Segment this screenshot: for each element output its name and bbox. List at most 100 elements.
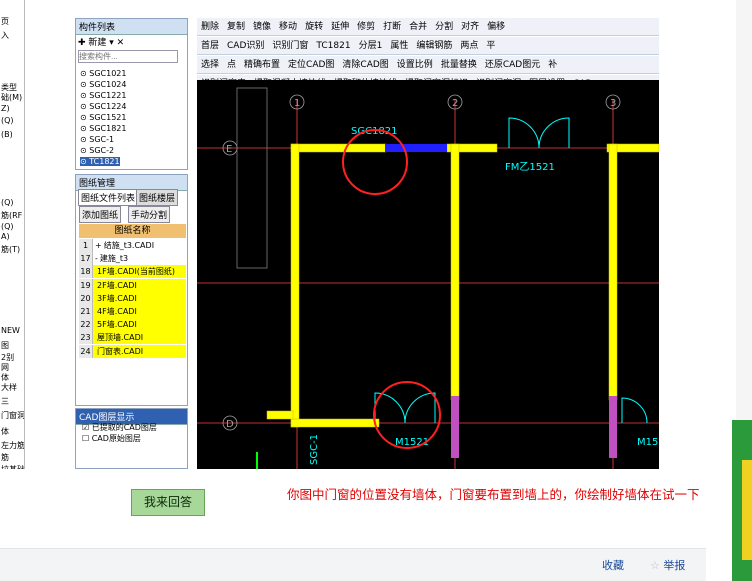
component-item[interactable]: ⊙ SGC1221 [80, 91, 126, 100]
left-item[interactable]: A) [1, 232, 10, 241]
toolbar-button[interactable]: TC1821 [316, 41, 350, 51]
left-item[interactable]: 础(M) [1, 92, 22, 103]
expand-toggle[interactable]: - [95, 254, 98, 263]
tab-drawing-files[interactable]: 图纸文件列表 [78, 189, 139, 206]
wall-col-2 [450, 143, 460, 401]
left-item[interactable]: 体 [1, 426, 9, 437]
component-item[interactable]: ⊙ SGC1021 [80, 69, 126, 78]
component-item[interactable]: ⊙ SGC-1 [80, 135, 114, 144]
toolbar-button[interactable]: 合并 [409, 22, 427, 32]
toolbar-button[interactable]: 选择 [201, 60, 219, 70]
axis-label-2: 2 [452, 98, 458, 109]
toolbar-button[interactable]: 精确布置 [244, 60, 280, 70]
component-item[interactable]: ⊙ SGC1521 [80, 113, 126, 122]
new-component-button[interactable]: ✚ 新建 ▾ ✕ [78, 35, 124, 48]
left-item[interactable]: (Q) [1, 222, 14, 231]
toolbar-button[interactable]: 属性 [390, 41, 408, 51]
toolbar-button[interactable]: 删除 [201, 22, 219, 32]
axis-label-d: D [226, 419, 234, 430]
cad-canvas[interactable]: 1 2 3 E D SGC1821 FM乙1521 M1521 M15 SGC-… [197, 80, 659, 469]
window-sgc1821 [385, 144, 447, 152]
tab-drawing-floors[interactable]: 图纸楼层 [136, 189, 179, 206]
toolbar-button[interactable]: 定位CAD图 [288, 60, 334, 70]
component-item[interactable]: ⊙ SGC1024 [80, 80, 126, 89]
drawing-row[interactable]: 1 + 结施_t3.CADI [79, 239, 186, 252]
drawing-row[interactable]: 24 门窗表.CADI [79, 344, 186, 358]
left-item[interactable]: 筋 [1, 452, 9, 463]
toolbar-row: 选择点精确布置 定位CAD图 清除CAD图 设置比例 批量替换 还原CAD图元补 [197, 56, 659, 74]
cad-layer-panel: CAD图层显示 ☑ 已提取的CAD图层 ☐ CAD原始图层 [75, 408, 188, 469]
drawing-row[interactable]: 19 2F墙.CADI [79, 278, 186, 292]
toolbar-button[interactable]: 延伸 [331, 22, 349, 32]
toolbar-button[interactable]: 首层 [201, 41, 219, 51]
left-item[interactable]: 三 [1, 396, 9, 407]
left-item[interactable]: 大样 [1, 382, 17, 393]
toolbar-button[interactable]: 两点 [460, 41, 478, 51]
left-item[interactable]: 门窗洞 [1, 410, 24, 421]
report-link[interactable]: ☆ 举报 [650, 557, 685, 573]
drawing-name: 3F墙.CADI [97, 293, 137, 303]
door-fm-right [538, 117, 570, 149]
component-list-title: 构件列表 [76, 19, 187, 35]
component-item[interactable]: ⊙ TC1821 [80, 157, 120, 166]
toolbar-button[interactable]: 分层1 [359, 41, 383, 51]
drawing-row[interactable]: 17- 建施_t3 [79, 252, 186, 266]
label-fm1521: FM乙1521 [505, 161, 555, 173]
left-item[interactable]: (Q) [1, 198, 14, 207]
drawing-row[interactable]: 22 5F墙.CADI [79, 318, 186, 332]
collect-link[interactable]: 收藏 [602, 557, 624, 573]
add-drawing-button[interactable]: 添加图纸 [79, 206, 122, 223]
drawing-row[interactable]: 18 1F墙.CADI(当前图纸) [79, 265, 186, 279]
component-search-input[interactable] [78, 50, 178, 63]
drawing-row[interactable]: 21 4F墙.CADI [79, 305, 186, 318]
drawing-row[interactable]: 20 3F墙.CADI [79, 291, 186, 305]
component-icon: ⊙ [80, 124, 90, 133]
left-item[interactable]: 入 [1, 30, 9, 41]
toolbar-button[interactable]: 修剪 [357, 22, 375, 32]
toolbar-button[interactable]: 补 [548, 60, 557, 70]
answer-button[interactable]: 我来回答 [131, 489, 205, 516]
left-item[interactable]: 图 [1, 340, 9, 351]
toolbar-button[interactable]: 分割 [435, 22, 453, 32]
toolbar-button[interactable]: 清除CAD图 [342, 60, 388, 70]
toolbar-button[interactable]: 批量替换 [441, 60, 477, 70]
left-item[interactable]: (B) [1, 130, 13, 139]
toolbar-button[interactable]: 复制 [227, 22, 245, 32]
expand-toggle[interactable]: + [95, 241, 102, 250]
toolbar-button[interactable]: 移动 [279, 22, 297, 32]
left-item[interactable]: NEW [1, 326, 20, 335]
toolbar-button[interactable]: 平 [486, 41, 495, 51]
left-item[interactable]: 筋(T) [1, 244, 20, 255]
left-item[interactable]: 筋(RF [1, 210, 22, 221]
toolbar-button[interactable]: 打断 [383, 22, 401, 32]
door-fm-left [508, 117, 540, 149]
toolbar-button[interactable]: 设置比例 [397, 60, 433, 70]
component-item[interactable]: ⊙ SGC1224 [80, 102, 126, 111]
toolbar-button[interactable]: 旋转 [305, 22, 323, 32]
toolbar-button[interactable]: 编辑钢筋 [416, 41, 452, 51]
left-item[interactable]: 左力筋 [1, 440, 24, 451]
door-m2 [621, 397, 648, 424]
toolbar-button[interactable]: 偏移 [487, 22, 505, 32]
toolbar-button[interactable]: 识别门窗 [272, 41, 308, 51]
left-item[interactable]: 拉基础 [1, 464, 24, 469]
manual-split-button[interactable]: 手动分割 [128, 206, 171, 223]
original-layer-checkbox[interactable]: ☐ CAD原始图层 [82, 433, 141, 444]
component-label: SGC1021 [89, 69, 127, 78]
left-item[interactable]: Z) [1, 104, 10, 113]
toolbar-button[interactable]: 还原CAD图元 [485, 60, 540, 70]
component-item[interactable]: ⊙ SGC-2 [80, 146, 114, 155]
extracted-layer-checkbox[interactable]: ☑ 已提取的CAD图层 [82, 422, 157, 433]
toolbar-button[interactable]: 点 [227, 60, 236, 70]
toolbar-button[interactable]: 对齐 [461, 22, 479, 32]
component-item[interactable]: ⊙ SGC1821 [80, 124, 126, 133]
row-number: 1 [79, 239, 93, 252]
left-item[interactable]: 页 [1, 16, 9, 27]
toolbar-button[interactable]: 镜像 [253, 22, 271, 32]
drawing-row[interactable]: 23 屋顶墙.CADI [79, 331, 186, 345]
label-m1521-right: M1521 [637, 437, 659, 448]
wall-top-left [290, 143, 387, 153]
toolbar-button[interactable]: CAD识别 [227, 41, 264, 51]
left-item[interactable]: (Q) [1, 116, 14, 125]
drawing-name: 建施_t3 [99, 254, 129, 264]
